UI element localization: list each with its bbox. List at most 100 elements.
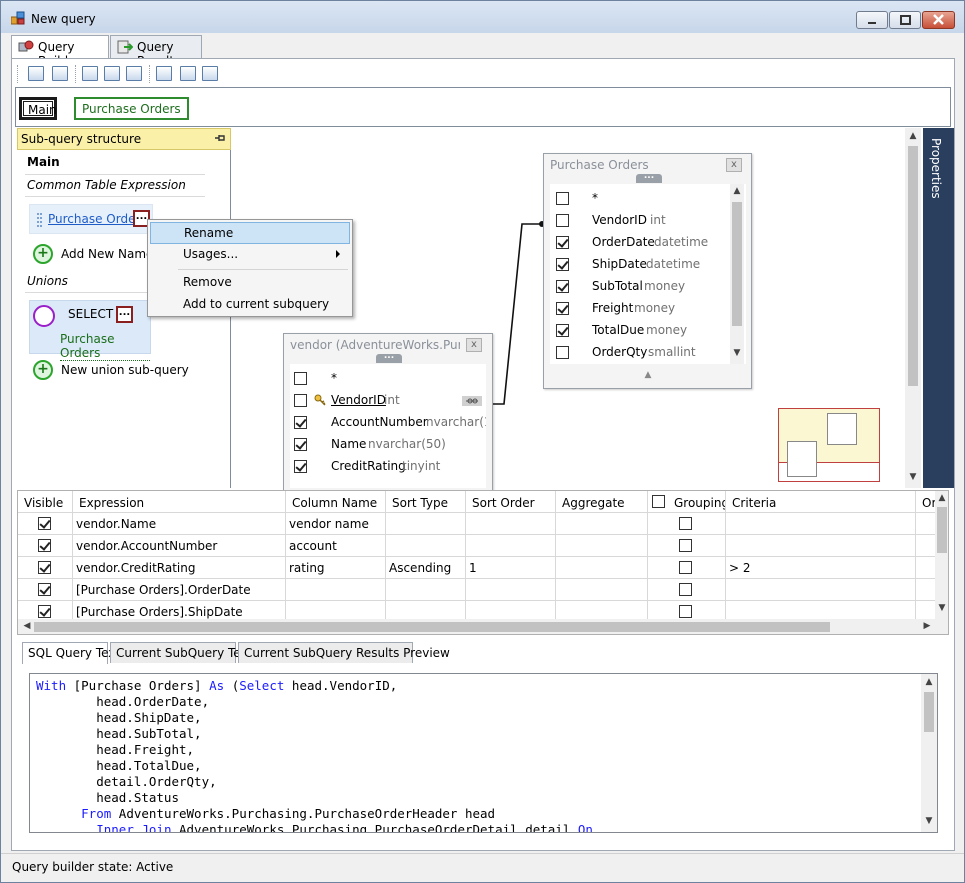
column-header-or[interactable]: Or... xyxy=(916,491,936,513)
field-row[interactable]: AccountNumber nvarchar(15 xyxy=(290,412,486,434)
add-named-subquery-icon[interactable]: + xyxy=(33,244,53,264)
new-union-subquery-link[interactable]: New union sub-query xyxy=(61,363,189,377)
tab-current-subquery-text[interactable]: Current SubQuery Text xyxy=(110,642,252,663)
field-checkbox[interactable] xyxy=(294,394,307,407)
table-row[interactable] xyxy=(18,513,73,535)
aggregate-cell[interactable] xyxy=(556,513,648,535)
or-cell[interactable] xyxy=(916,535,936,557)
sort-type-cell[interactable] xyxy=(386,535,466,557)
field-row[interactable]: Name nvarchar(50) xyxy=(290,434,486,456)
sort-order-cell[interactable]: 1 xyxy=(466,557,556,579)
column-header-sort-type[interactable]: Sort Type xyxy=(386,491,466,513)
save-icon[interactable] xyxy=(156,66,172,81)
sql-text[interactable]: With [Purchase Orders] As (Select head.V… xyxy=(36,678,593,832)
field-row[interactable]: OrderDate datetime xyxy=(550,232,746,254)
column-header-criteria[interactable]: Criteria xyxy=(726,491,916,513)
grouping-checkbox[interactable] xyxy=(679,605,692,618)
field-row[interactable]: * xyxy=(550,188,746,210)
column-name-cell[interactable]: account xyxy=(286,535,386,557)
field-checkbox[interactable] xyxy=(556,302,569,315)
table-row[interactable] xyxy=(18,579,73,601)
field-row[interactable]: ShipDate datetime xyxy=(550,254,746,276)
field-row[interactable]: VendorID int xyxy=(550,210,746,232)
criteria-cell[interactable] xyxy=(726,513,916,535)
union-operator-icon[interactable] xyxy=(33,305,55,327)
grouping-checkbox[interactable] xyxy=(679,539,692,552)
sort-type-cell[interactable]: Ascending xyxy=(386,557,466,579)
sort-type-cell[interactable] xyxy=(386,579,466,601)
cte-item-purchase-orders[interactable]: Purchase Orders ... xyxy=(29,204,153,234)
scroll-right-arrow[interactable]: ▶ xyxy=(920,621,934,631)
pin-icon[interactable] xyxy=(214,132,226,144)
drag-handle-icon[interactable] xyxy=(36,212,42,228)
tab-current-subquery-results-preview[interactable]: Current SubQuery Results Preview xyxy=(238,642,450,663)
sort-order-cell[interactable] xyxy=(466,579,556,601)
table-scrollbar[interactable]: ▲ ▼ xyxy=(730,184,744,364)
column-header-sort-order[interactable]: Sort Order xyxy=(466,491,556,513)
or-cell[interactable] xyxy=(916,579,936,601)
grouping-checkbox[interactable] xyxy=(679,561,692,574)
grouping-cell[interactable] xyxy=(648,579,726,601)
sort-order-cell[interactable] xyxy=(466,535,556,557)
field-row[interactable]: SubTotal money xyxy=(550,276,746,298)
column-header-aggregate[interactable]: Aggregate xyxy=(556,491,648,513)
scroll-thumb[interactable] xyxy=(924,692,934,732)
field-checkbox[interactable] xyxy=(556,214,569,227)
field-checkbox[interactable] xyxy=(294,438,307,451)
field-row[interactable]: * xyxy=(290,368,486,390)
or-cell[interactable] xyxy=(916,557,936,579)
field-checkbox[interactable] xyxy=(556,258,569,271)
scroll-thumb[interactable] xyxy=(908,146,918,386)
visible-checkbox[interactable] xyxy=(38,605,51,618)
grouping-cell[interactable] xyxy=(648,557,726,579)
add-object-icon[interactable] xyxy=(52,66,68,81)
main-label[interactable]: Main xyxy=(27,155,60,169)
menu-item-usages[interactable]: Usages... xyxy=(150,244,350,266)
field-checkbox[interactable] xyxy=(294,460,307,473)
column-header-expression[interactable]: Expression xyxy=(73,491,286,513)
grid-horizontal-scrollbar[interactable]: ◀ ▶ xyxy=(18,619,948,634)
new-union-subquery-icon[interactable]: + xyxy=(33,360,53,380)
table-close-icon[interactable]: x xyxy=(726,158,742,172)
grouping-checkbox[interactable] xyxy=(679,517,692,530)
field-row[interactable]: CreditRating tinyint xyxy=(290,456,486,478)
tab-query-result[interactable]: Query Result xyxy=(110,35,202,68)
union-item-select[interactable]: SELECT ... Purchase Orders xyxy=(29,300,151,361)
scroll-up-arrow[interactable]: ▲ xyxy=(730,186,744,196)
new-union-subquery-icon[interactable] xyxy=(180,66,196,81)
column-header-grouping[interactable]: Grouping xyxy=(648,491,726,513)
column-name-cell[interactable] xyxy=(286,579,386,601)
field-row[interactable]: TotalDue money xyxy=(550,320,746,342)
column-name-cell[interactable]: vendor name xyxy=(286,513,386,535)
table-collapse-grip[interactable]: ... xyxy=(376,352,402,363)
expression-cell[interactable]: [Purchase Orders].OrderDate xyxy=(73,579,286,601)
breadcrumb-main[interactable]: Main xyxy=(19,97,57,120)
table-expand-arrow[interactable]: ▲ xyxy=(641,370,655,380)
field-checkbox[interactable] xyxy=(294,372,307,385)
table-purchase-orders[interactable]: Purchase Orders x ... * VendorID int Ord… xyxy=(543,153,752,389)
scroll-down-arrow[interactable]: ▼ xyxy=(906,472,920,482)
scroll-left-arrow[interactable]: ◀ xyxy=(20,621,34,631)
properties-panel-tab[interactable]: Properties xyxy=(923,128,954,488)
sql-query-editor[interactable]: With [Purchase Orders] As (Select head.V… xyxy=(29,673,938,833)
union-item-link[interactable]: Purchase Orders xyxy=(60,332,150,361)
or-cell[interactable] xyxy=(916,513,936,535)
criteria-cell[interactable] xyxy=(726,579,916,601)
tab-query-builder[interactable]: Query Builder xyxy=(11,35,109,68)
canvas-vertical-scrollbar[interactable]: ▲ ▼ xyxy=(905,128,921,488)
visible-checkbox[interactable] xyxy=(38,561,51,574)
aggregate-cell[interactable] xyxy=(556,557,648,579)
sql-vertical-scrollbar[interactable]: ▲ ▼ xyxy=(921,674,937,832)
cte-item-link[interactable]: Purchase Orders xyxy=(48,212,147,226)
aggregate-cell[interactable] xyxy=(556,535,648,557)
menu-item-remove[interactable]: Remove xyxy=(150,272,350,294)
copy-union-icon[interactable] xyxy=(126,66,142,81)
minimize-button[interactable] xyxy=(856,11,888,29)
scroll-down-arrow[interactable]: ▼ xyxy=(922,816,936,826)
properties-icon[interactable] xyxy=(28,66,44,81)
column-name-cell[interactable]: rating xyxy=(286,557,386,579)
menu-item-rename[interactable]: Rename xyxy=(150,222,350,244)
field-checkbox[interactable] xyxy=(556,192,569,205)
table-close-icon[interactable]: x xyxy=(466,338,482,352)
table-collapse-grip[interactable]: ... xyxy=(636,172,662,183)
